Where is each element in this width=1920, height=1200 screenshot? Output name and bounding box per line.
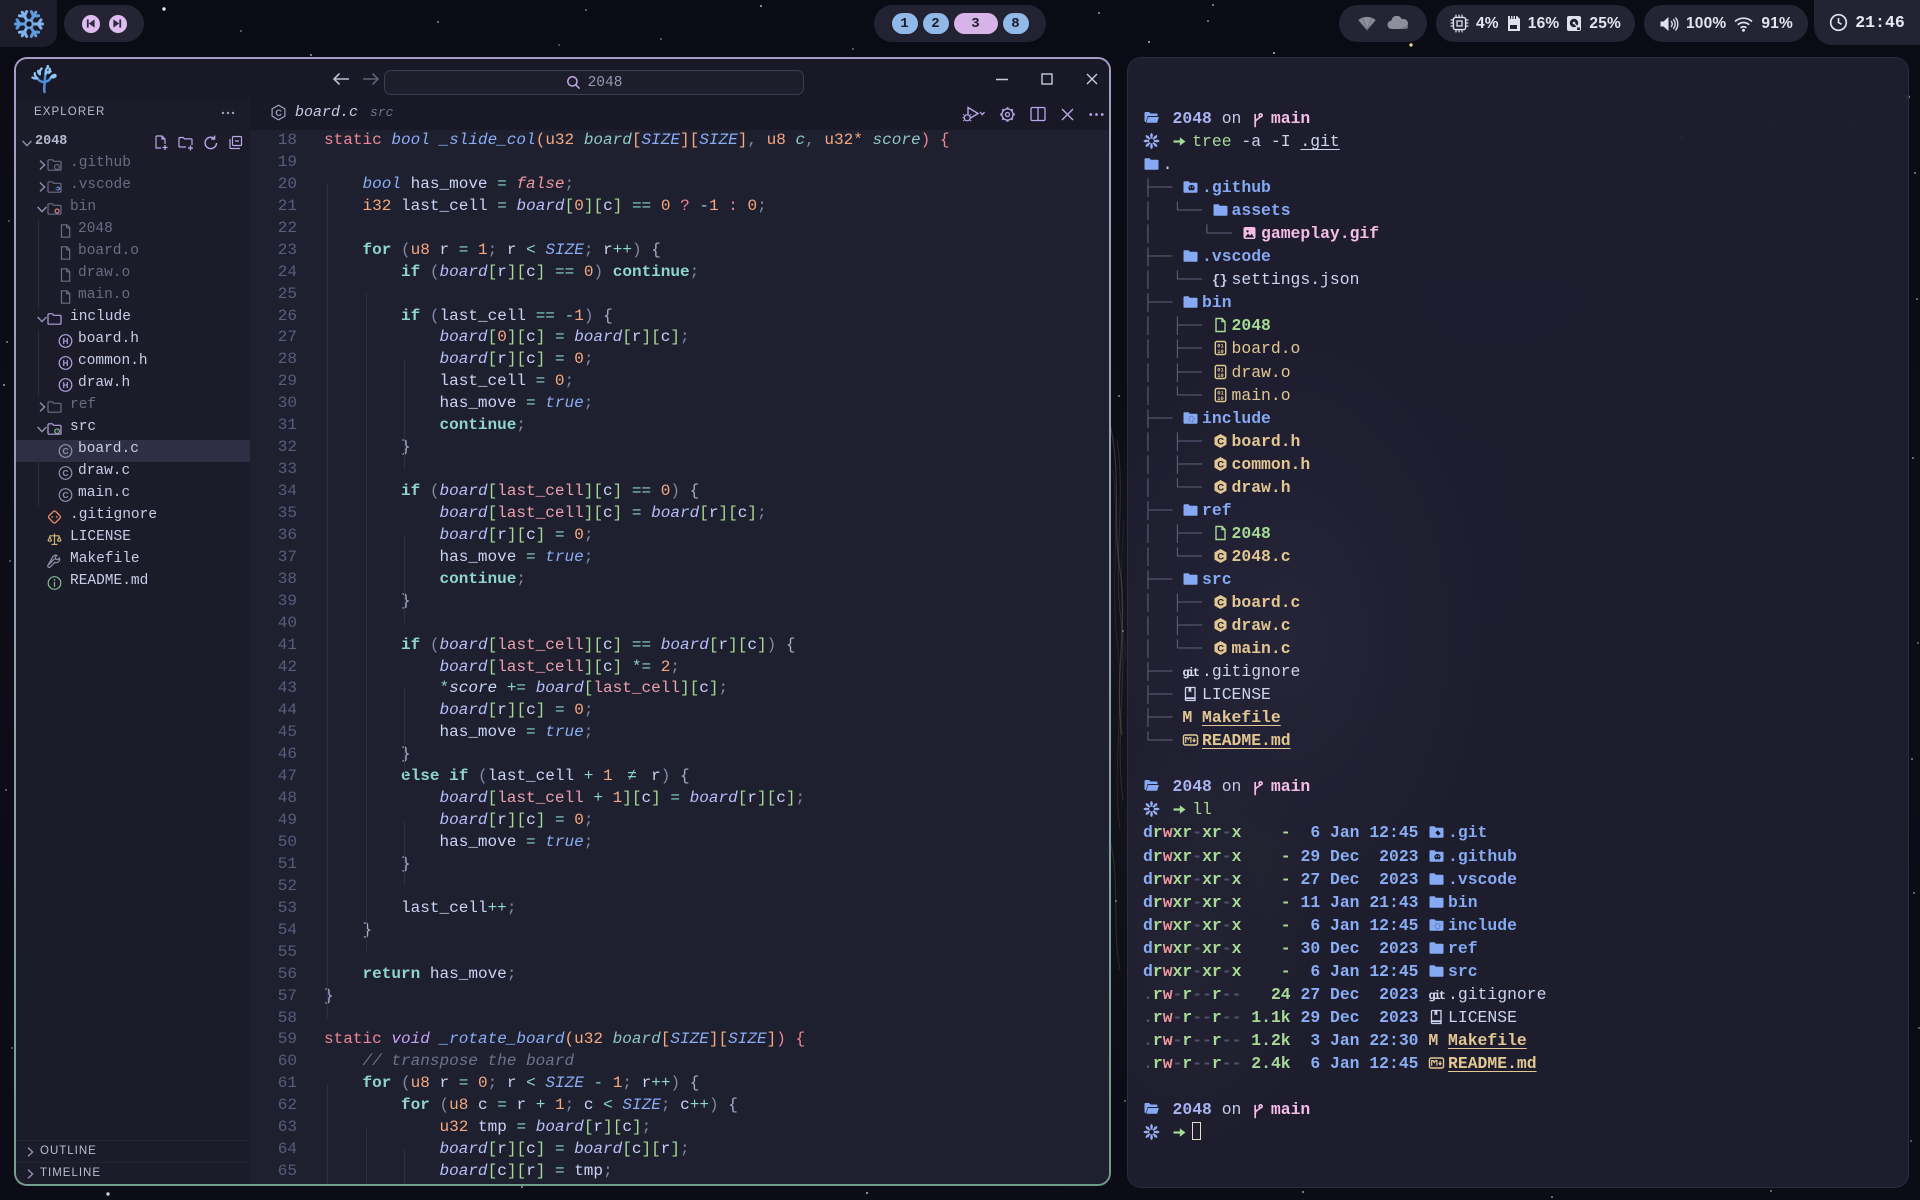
svg-text:C: C [1217,643,1224,654]
svg-text:⋮: ⋮ [55,429,60,435]
svg-text:C: C [1217,551,1224,562]
svg-text:H: H [63,381,69,390]
svg-text:C: C [62,446,68,456]
svg-text:C: C [1217,436,1224,447]
svg-text:10: 10 [1217,395,1223,401]
svg-text:10: 10 [1217,349,1223,355]
svg-text:C: C [1217,482,1224,493]
svg-text:H: H [63,337,69,346]
svg-text:C: C [1217,597,1224,608]
svg-text:C: C [275,108,282,118]
svg-text:C: C [1217,459,1224,470]
svg-text:C: C [62,490,68,500]
svg-text:C: C [1217,620,1224,631]
svg-text:10: 10 [1217,372,1223,378]
svg-text:C: C [62,468,68,478]
svg-text:H: H [63,359,69,368]
